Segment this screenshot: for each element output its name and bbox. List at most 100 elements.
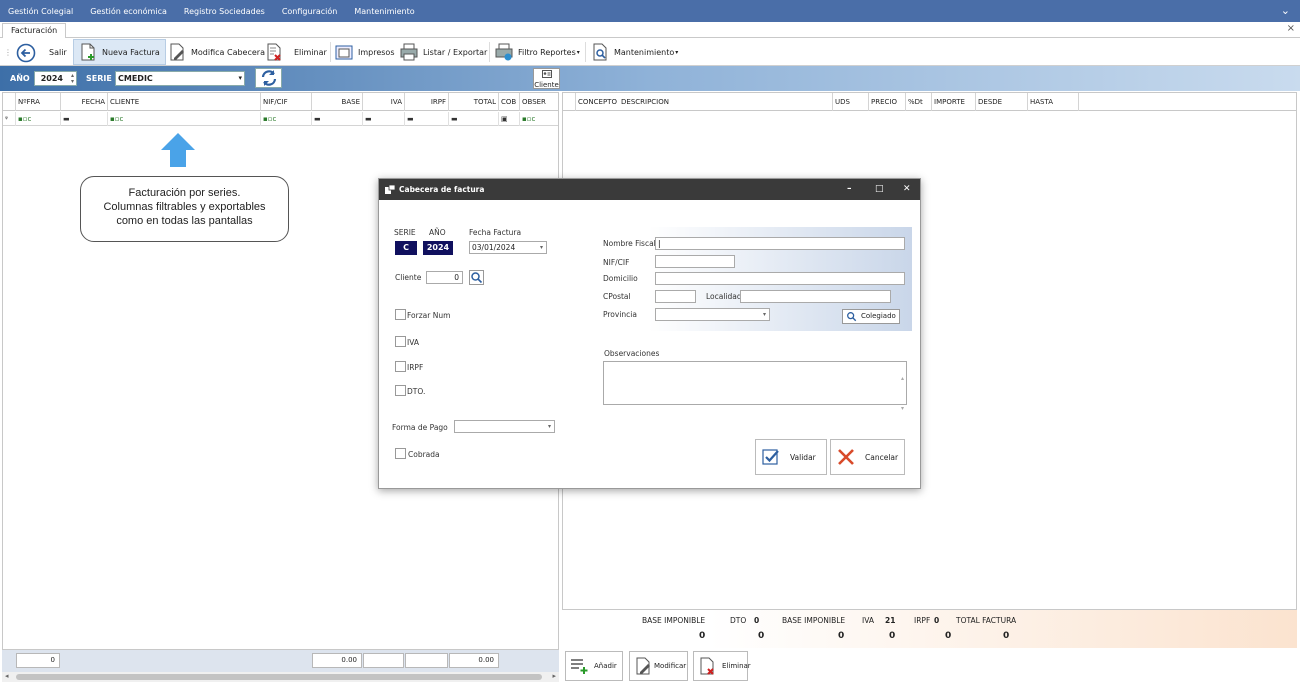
scroll-thumb[interactable] [16,674,542,680]
cliente-search-button[interactable] [469,270,484,285]
forzar-num-checkbox[interactable] [395,309,406,320]
cancelar-button[interactable]: Cancelar [830,439,905,475]
cliente-field[interactable]: 0 [426,271,463,284]
col-concepto[interactable]: CONCEPTO [576,93,619,111]
callout-line-3: como en todas las pantallas [116,215,253,227]
caret-down-icon: ▾ [675,48,679,56]
menu-registro-sociedades[interactable]: Registro Sociedades [184,7,265,16]
callout-line-2: Columnas filtrables y exportables [103,201,266,213]
chevron-down-icon[interactable]: ⌄ [1281,4,1290,17]
edit-document-icon [168,43,186,61]
horizontal-scrollbar[interactable]: ◂ ▸ [2,672,559,682]
scroll-left-icon[interactable]: ◂ [5,672,9,680]
col-dt[interactable]: %Dt [906,93,932,111]
iva-checkbox[interactable] [395,336,406,347]
modificar-line-button[interactable]: Modificar [629,651,688,681]
validar-button[interactable]: Validar [755,439,827,475]
nueva-factura-button[interactable]: Nueva Factura [73,39,166,65]
eliminar-line-label: Eliminar [722,662,751,670]
col-cliente[interactable]: CLIENTE [108,93,261,111]
fecha-factura-picker[interactable]: 03/01/2024 ▾ [469,241,547,254]
mantenimiento-dropdown[interactable]: Mantenimiento ▾ [591,40,678,64]
totals-panel: BASE IMPONIBLE 0 DTO 0 0 BASE IMPONIBLE … [562,610,1297,648]
col-base[interactable]: BASE [312,93,363,111]
checkmark-icon [762,448,780,466]
filter-cell-nfra-icon[interactable]: ▪▫c [16,112,61,126]
filter-cell-total[interactable]: ▬ [449,112,499,126]
colegiado-button[interactable]: Colegiado [842,309,900,324]
forma-pago-select[interactable]: ▾ [454,420,555,433]
salir-label: Salir [49,47,67,57]
cliente-button[interactable]: Cliente [533,68,560,89]
col-cob[interactable]: COB [499,93,520,111]
minimize-icon[interactable]: – [847,179,852,200]
cabecera-factura-dialog: Cabecera de factura – □ ✕ SERIE AÑO Fech… [378,178,921,489]
scroll-right-icon[interactable]: ▸ [552,672,556,680]
anio-field[interactable]: 2024 [423,241,453,255]
filter-cell-base[interactable]: ▬ [312,112,363,126]
observaciones-textarea[interactable]: ▴ ▾ [603,361,907,412]
col-uds[interactable]: UDS [833,93,869,111]
close-icon[interactable]: ✕ [903,179,911,200]
tab-facturacion[interactable]: Facturación [2,23,67,38]
salir-button[interactable]: ⋮ Salir [4,40,67,64]
cobrada-checkbox[interactable] [395,448,406,459]
dto-checkbox[interactable] [395,385,406,396]
filter-cell-irpf[interactable]: ▬ [405,112,449,126]
anadir-line-button[interactable]: Añadir [565,651,623,681]
add-line-icon [570,657,588,675]
filter-cell-obser-icon[interactable]: ▪▫c [520,112,560,126]
eliminar-button[interactable]: Eliminar [265,40,327,64]
irpf-checkbox[interactable] [395,361,406,372]
cpostal-input[interactable] [655,290,696,303]
iva-pct: 21 [885,616,896,625]
localidad-label: Localidad [706,292,742,301]
localidad-input[interactable] [740,290,891,303]
col-importe[interactable]: IMPORTE [932,93,976,111]
filtro-reportes-dropdown[interactable]: Filtro Reportes ▾ [495,40,580,64]
impresos-button[interactable]: Impresos [335,40,395,64]
modifica-cabecera-button[interactable]: Modifica Cabecera [168,40,265,64]
filter-cell-iva[interactable]: ▬ [363,112,405,126]
total-factura-label: TOTAL FACTURA [956,616,1017,625]
validar-label: Validar [790,452,816,462]
filter-cell-cob-checkbox-icon[interactable]: ▣ [499,112,520,126]
base-imponible-value: 0 [699,631,706,641]
domicilio-input[interactable] [655,272,905,285]
refresh-button[interactable] [255,68,282,88]
year-value: 2024 [40,74,63,83]
col-obser[interactable]: OBSER [520,93,560,111]
col-total[interactable]: TOTAL [449,93,499,111]
filter-cell-cliente-icon[interactable]: ▪▫c [108,112,261,126]
maximize-icon[interactable]: □ [875,179,884,200]
sum-total: 0.00 [449,653,499,668]
nif-cif-input[interactable] [655,255,735,268]
filter-cell-fecha[interactable]: ▬ [61,112,108,126]
spinner-arrows-icon[interactable]: ▴ ▾ [71,73,74,85]
col-hasta[interactable]: HASTA [1028,93,1079,111]
col-nfra[interactable]: NºFRA [16,93,61,111]
col-nif-cif[interactable]: NIF/CIF [261,93,312,111]
caret-down-icon: ▾ [238,74,242,82]
serie-field[interactable]: C [395,241,417,255]
listar-exportar-button[interactable]: Listar / Exportar [400,40,487,64]
menu-gestion-colegial[interactable]: Gestión Colegial [8,7,73,16]
col-descripcion[interactable]: DESCRIPCION [619,93,833,111]
menu-gestion-economica[interactable]: Gestión económica [90,7,167,16]
row-indicator-header [563,93,576,111]
year-spinner[interactable]: 2024 ▴ ▾ [34,71,77,86]
menu-configuracion[interactable]: Configuración [282,7,338,16]
eliminar-line-button[interactable]: Eliminar [693,651,751,681]
menu-mantenimiento[interactable]: Mantenimiento [354,7,414,16]
listar-exportar-label: Listar / Exportar [423,47,488,57]
col-desde[interactable]: DESDE [976,93,1028,111]
serie-select[interactable]: CMEDIC ▾ [115,71,245,86]
col-fecha[interactable]: FECHA [61,93,108,111]
nombre-fiscal-input[interactable]: | [655,237,905,250]
filter-cell-nif-icon[interactable]: ▪▫c [261,112,312,126]
close-tab-icon[interactable]: × [1287,23,1295,34]
col-irpf[interactable]: IRPF [405,93,449,111]
provincia-select[interactable]: ▾ [655,308,770,321]
col-precio[interactable]: PRECIO [869,93,906,111]
col-iva[interactable]: IVA [363,93,405,111]
